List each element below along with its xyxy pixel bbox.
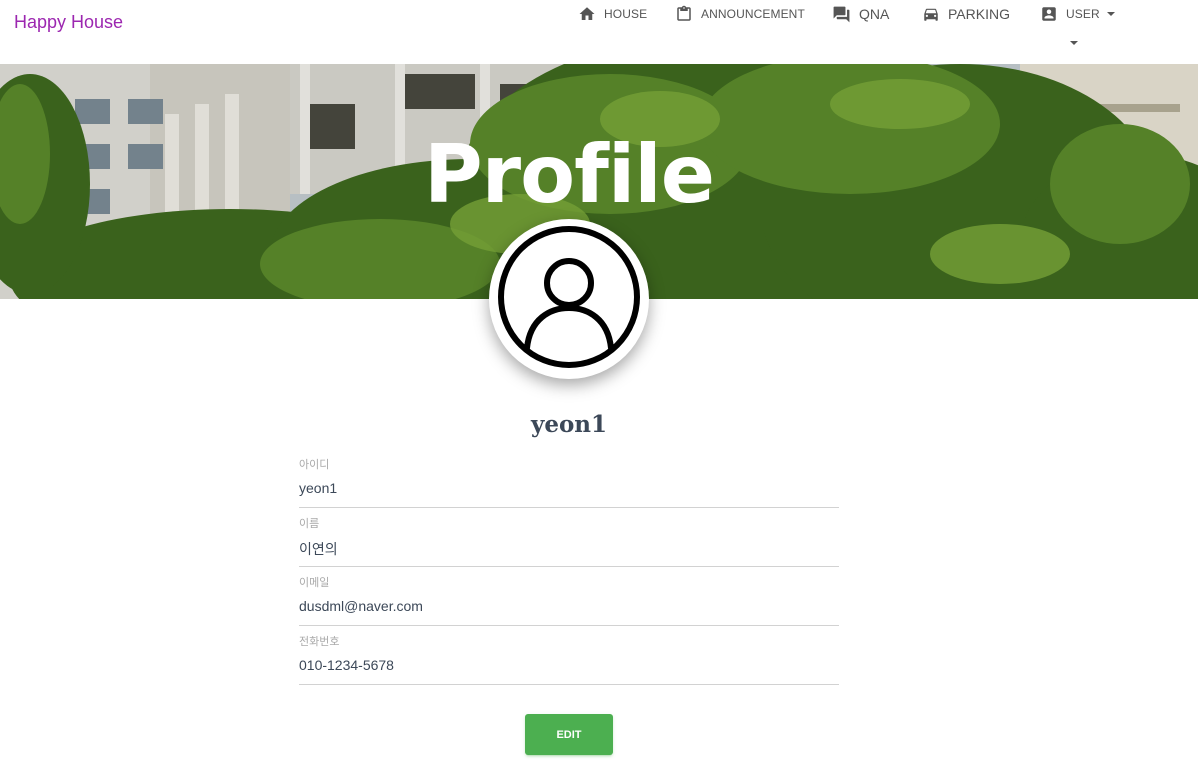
user-name-value: 이연의 [299, 541, 338, 557]
forum-icon [832, 5, 851, 24]
page-title: Profile [424, 128, 715, 221]
user-phone-field: 전화번호 010-1234-5678 [299, 633, 839, 685]
user-icon [496, 224, 642, 375]
nav-item-qna-label: QNA [859, 6, 890, 22]
user-phone-label: 전화번호 [299, 636, 340, 648]
nav-item-parking-label: PARKING [948, 6, 1010, 22]
user-email-field: 이메일 dusdml@naver.com [299, 574, 839, 626]
avatar [489, 219, 649, 379]
nav-item-parking[interactable]: PARKING [922, 3, 1010, 25]
user-name-label: 이름 [299, 518, 320, 530]
user-name-field: 이름 이연의 [299, 515, 839, 567]
brand-logo-link[interactable]: Happy House [14, 11, 123, 33]
user-phone-value: 010-1234-5678 [299, 657, 394, 673]
profile-username: yeon1 [530, 411, 608, 438]
nav-item-user-label: USER [1066, 7, 1100, 21]
top-navbar: Happy House HOUSE ANNOUNCEMENT QNA PARKI… [0, 0, 1198, 64]
nav-item-house[interactable]: HOUSE [578, 3, 647, 25]
user-email-value: dusdml@naver.com [299, 598, 423, 614]
home-icon [578, 5, 596, 23]
car-icon [922, 5, 940, 23]
user-id-label: 아이디 [299, 459, 330, 471]
nav-item-announcement-label: ANNOUNCEMENT [701, 7, 805, 21]
account-box-icon [1040, 5, 1058, 23]
dropdown-toggle-caret-icon[interactable] [1070, 41, 1078, 45]
edit-profile-button[interactable]: EDIT [525, 714, 613, 755]
user-email-label: 이메일 [299, 577, 330, 589]
user-id-value: yeon1 [299, 480, 338, 496]
chevron-down-icon [1106, 12, 1115, 16]
user-id-field: 아이디 yeon1 [299, 456, 839, 508]
nav-item-house-label: HOUSE [604, 7, 648, 21]
nav-item-qna[interactable]: QNA [832, 3, 889, 25]
nav-item-user-dropdown[interactable]: USER [1040, 3, 1115, 25]
clipboard-icon [675, 4, 693, 24]
nav-item-announcement[interactable]: ANNOUNCEMENT [675, 3, 805, 25]
